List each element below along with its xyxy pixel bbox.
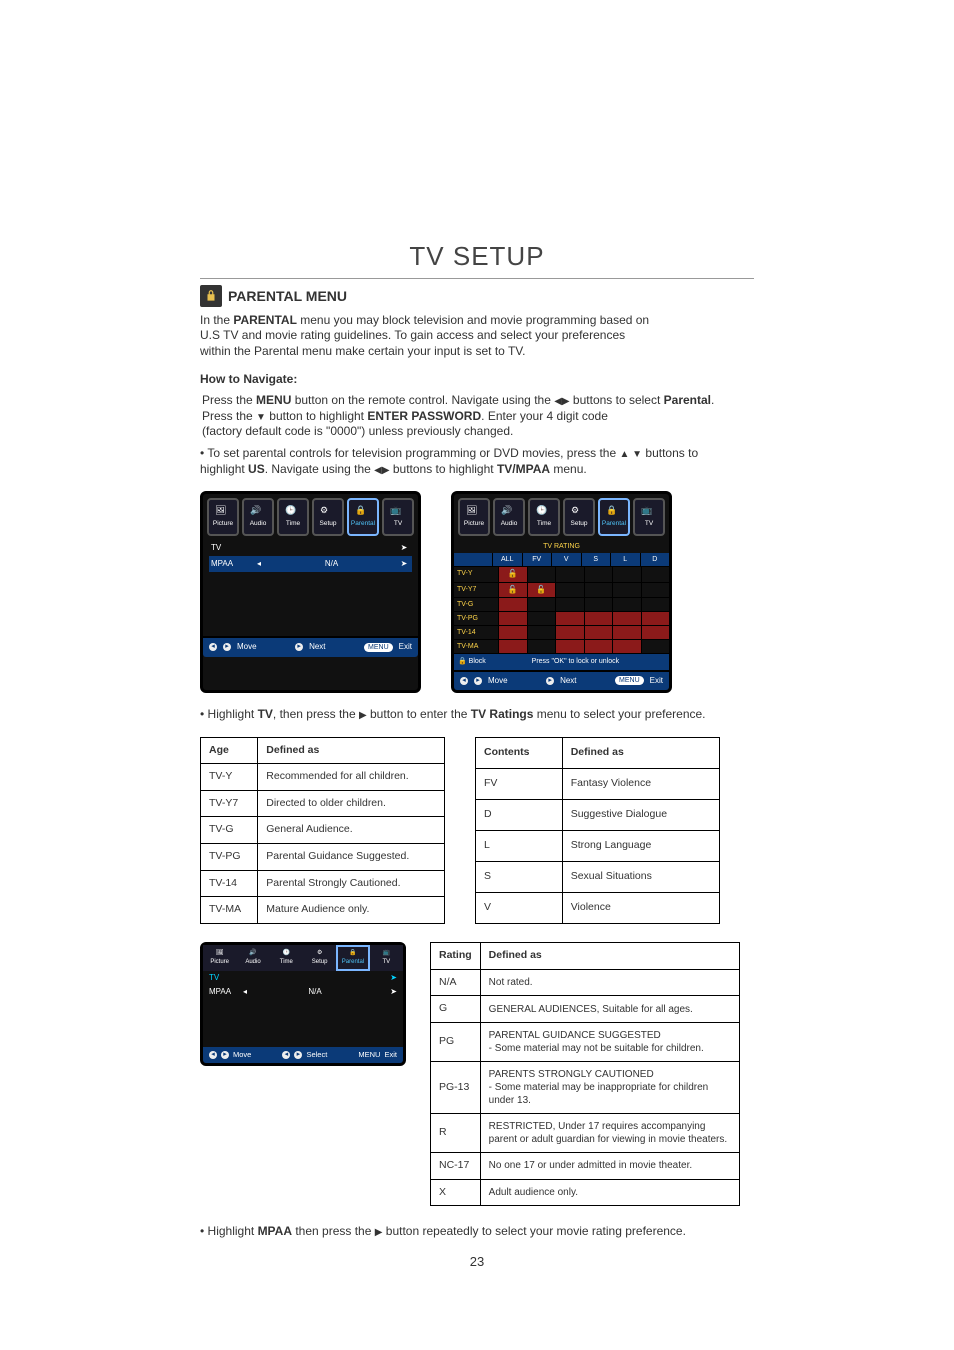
intro-text: In the PARENTAL menu you may block telev… <box>200 313 754 360</box>
nav-step-2: • To set parental controls for televisio… <box>200 446 754 477</box>
page-title: TV SETUP <box>200 240 754 274</box>
mpaa-table: RatingDefined as N/ANot rated. GGENERAL … <box>430 942 740 1206</box>
osd-row-tv[interactable]: TV➤ <box>203 971 403 985</box>
howto-heading: How to Navigate: <box>200 372 754 388</box>
osd-tv-rating: 🖼Picture 🔊Audio 🕒Time ⚙Setup 🔒Parental 📺… <box>451 491 672 693</box>
rating-row-tvy7[interactable]: TV-Y7🔓🔓 <box>454 582 669 597</box>
osd-tab-audio[interactable]: 🔊Audio <box>236 945 269 971</box>
osd-tab-parental[interactable]: 🔒Parental <box>347 498 379 536</box>
osd-tab-time[interactable]: 🕒Time <box>270 945 303 971</box>
rating-row-tv14[interactable]: TV-14 <box>454 625 669 639</box>
osd-row-tv[interactable]: TV➤ <box>209 540 412 556</box>
page-number: 23 <box>200 1254 754 1271</box>
osd-tab-picture[interactable]: 🖼Picture <box>203 945 236 971</box>
rating-row-tvy[interactable]: TV-Y🔓 <box>454 566 669 581</box>
osd-tab-tv[interactable]: 📺TV <box>370 945 403 971</box>
section-heading: PARENTAL MENU <box>228 287 347 305</box>
osd-tab-picture[interactable]: 🖼Picture <box>207 498 239 536</box>
osd-footer: ◂▸Move ▸Next MENUExit <box>454 670 669 690</box>
osd-tab-tv[interactable]: 📺TV <box>382 498 414 536</box>
nav-step-1: Press the MENU button on the remote cont… <box>202 393 754 440</box>
osd-rating-title: TV RATING <box>454 540 669 553</box>
osd-tab-audio[interactable]: 🔊Audio <box>493 498 525 536</box>
osd-mpaa-menu: 🖼Picture 🔊Audio 🕒Time ⚙Setup 🔒Parental 📺… <box>200 942 406 1066</box>
lock-icon <box>200 285 222 307</box>
osd-row-mpaa[interactable]: MPAA◂N/A➤ <box>203 985 403 999</box>
osd-block-hint: 🔒 BlockPress "OK" to lock or unlock <box>454 653 669 669</box>
osd-tab-audio[interactable]: 🔊Audio <box>242 498 274 536</box>
rating-header: ALLFV VS LD <box>454 553 669 566</box>
age-table: AgeDefined as TV-YRecommended for all ch… <box>200 737 445 924</box>
osd-tab-picture[interactable]: 🖼Picture <box>458 498 490 536</box>
osd-tab-setup[interactable]: ⚙Setup <box>563 498 595 536</box>
rating-row-tvpg[interactable]: TV-PG <box>454 611 669 625</box>
rating-row-tvma[interactable]: TV-MA <box>454 639 669 653</box>
osd-tab-setup[interactable]: ⚙Setup <box>312 498 344 536</box>
osd-row-mpaa[interactable]: MPAA◂N/A➤ <box>209 556 412 572</box>
divider <box>200 278 754 279</box>
osd-tab-time[interactable]: 🕒Time <box>528 498 560 536</box>
midline: • Highlight TV, then press the ▶ button … <box>200 707 754 723</box>
contents-table: ContentsDefined as FVFantasy Violence DS… <box>475 737 720 924</box>
osd-footer: ◂▸Move ▸Next MENUExit <box>203 636 418 656</box>
osd-footer: ◂▸Move ◂▸Select MENUExit <box>203 1047 403 1063</box>
osd-parental-menu: 🖼Picture 🔊Audio 🕒Time ⚙Setup 🔒Parental 📺… <box>200 491 421 693</box>
osd-tab-parental[interactable]: 🔒Parental <box>336 945 369 971</box>
osd-tab-tv[interactable]: 📺TV <box>633 498 665 536</box>
osd-tab-time[interactable]: 🕒Time <box>277 498 309 536</box>
osd-tab-parental[interactable]: 🔒Parental <box>598 498 630 536</box>
rating-row-tvg[interactable]: TV-G <box>454 597 669 611</box>
lastline: • Highlight MPAA then press the ▶ button… <box>200 1224 754 1240</box>
osd-tab-setup[interactable]: ⚙Setup <box>303 945 336 971</box>
